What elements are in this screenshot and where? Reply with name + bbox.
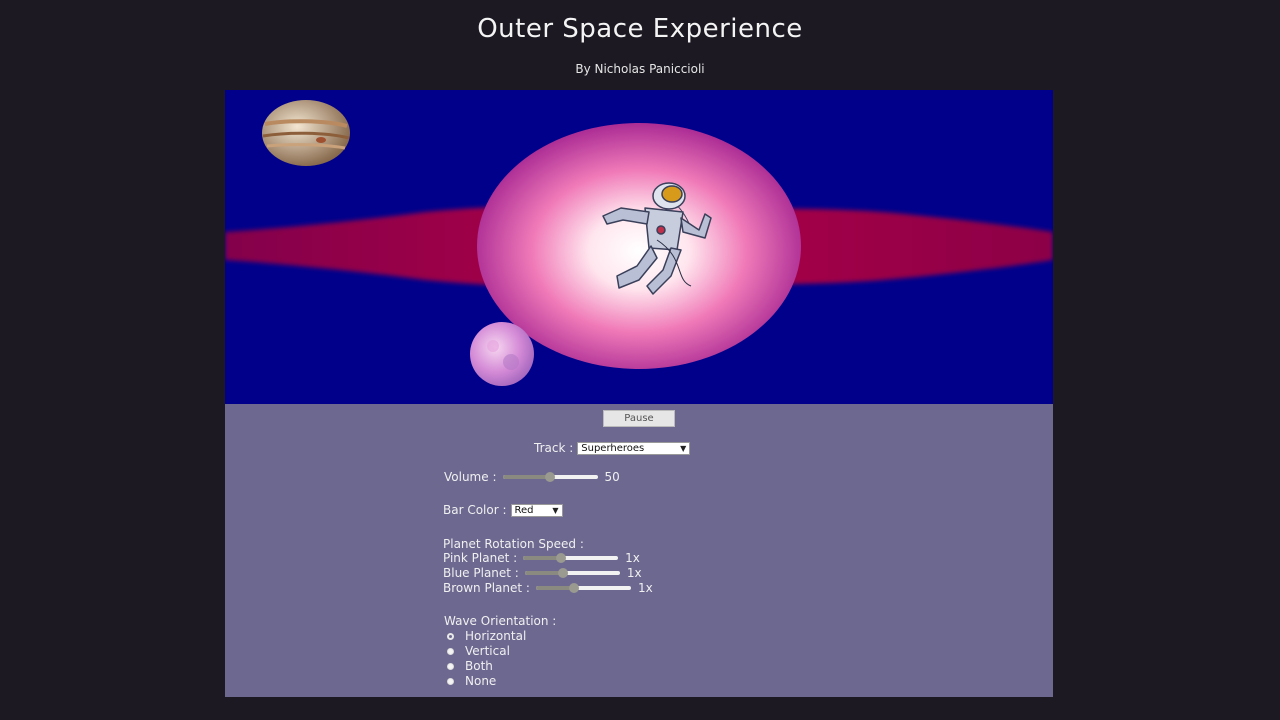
pink-planet-slider[interactable] [523, 551, 619, 565]
brown-planet-label: Brown Planet : [443, 581, 530, 595]
radio-none[interactable] [447, 677, 454, 685]
radio-both[interactable] [447, 662, 454, 670]
radio-vertical[interactable] [447, 647, 454, 655]
blue-planet-slider[interactable] [524, 566, 620, 580]
brown-planet-icon [262, 100, 350, 166]
wave-option-label: None [465, 674, 497, 688]
brown-planet-value: 1x [637, 581, 653, 595]
wave-option-none[interactable]: None [447, 674, 496, 688]
wave-orientation-heading: Wave Orientation : [444, 614, 557, 628]
radio-horizontal[interactable] [447, 632, 454, 640]
wave-option-label: Horizontal [465, 629, 527, 643]
pink-planet-slider-thumb[interactable] [556, 553, 567, 563]
blue-planet-row: Blue Planet : 1x [443, 566, 642, 580]
volume-label: Volume : [444, 470, 497, 484]
planet-speed-heading: Planet Rotation Speed : [443, 537, 584, 551]
pink-planet-icon [470, 322, 534, 386]
track-row: Track : Superheroes ▼ [534, 441, 691, 455]
pink-planet-value: 1x [625, 551, 640, 565]
blue-planet-label: Blue Planet : [443, 566, 519, 580]
bar-color-select[interactable]: Red ▼ [510, 503, 563, 517]
page-subtitle: By Nicholas Paniccioli [575, 62, 705, 76]
bar-color-value: Red [514, 504, 534, 516]
visualizer-canvas [225, 90, 1053, 404]
blue-planet-slider-thumb[interactable] [557, 568, 568, 578]
wave-option-both[interactable]: Both [447, 659, 493, 673]
wave-option-horizontal[interactable]: Horizontal [447, 629, 526, 643]
chevron-down-icon: ▼ [680, 443, 687, 453]
wave-option-label: Both [465, 659, 493, 673]
pink-planet-label: Pink Planet : [443, 551, 518, 565]
volume-row: Volume : 50 [444, 470, 620, 484]
glowing-orb [477, 123, 801, 369]
blue-planet-value: 1x [626, 566, 642, 580]
brown-planet-slider-thumb[interactable] [568, 583, 579, 593]
bar-color-row: Bar Color : Red ▼ [443, 503, 563, 517]
track-value: Superheroes [581, 442, 645, 454]
volume-slider-thumb[interactable] [545, 472, 555, 482]
track-label: Track : [534, 441, 574, 455]
brown-planet-slider[interactable] [535, 581, 631, 595]
visualizer-svg [225, 100, 1053, 386]
pink-planet-row: Pink Planet : 1x [443, 551, 640, 565]
bar-color-label: Bar Color : [443, 503, 507, 517]
wave-option-label: Vertical [465, 644, 510, 658]
brown-planet-row: Brown Planet : 1x [443, 581, 653, 595]
chevron-down-icon: ▼ [552, 505, 559, 515]
volume-slider[interactable] [502, 470, 598, 484]
pause-button[interactable]: Pause [603, 410, 675, 427]
page-title: Outer Space Experience [477, 14, 803, 44]
wave-option-vertical[interactable]: Vertical [447, 644, 510, 658]
volume-value: 50 [604, 470, 620, 484]
track-select[interactable]: Superheroes ▼ [577, 441, 691, 455]
controls-panel: Pause Track : Superheroes ▼ Volume : 50 … [225, 404, 1053, 697]
